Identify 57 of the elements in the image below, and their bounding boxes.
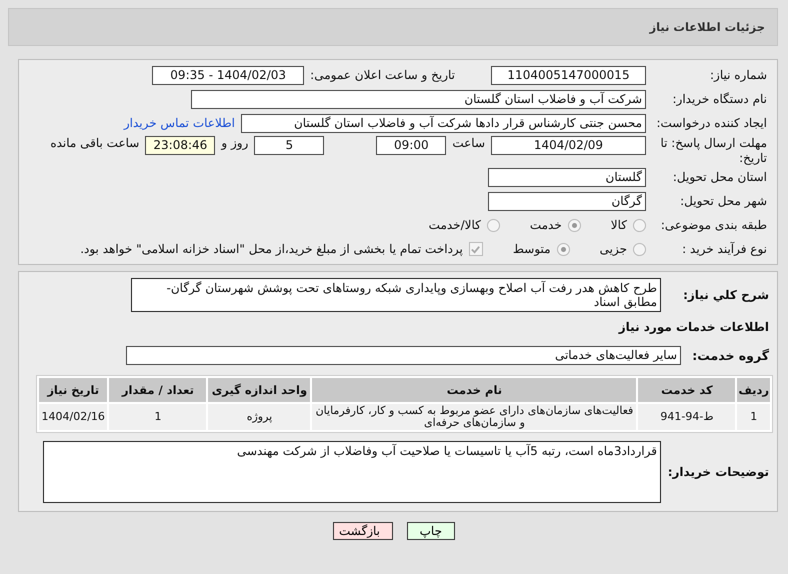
field-label: شهر محل تحویل: xyxy=(679,194,767,208)
buyer-contact-link[interactable]: اطلاعات تماس خریدار xyxy=(124,116,235,130)
field-label: شماره نیاز: xyxy=(709,68,767,82)
requester-field: محسن جنتی کارشناس قرار دادها شرکت آب و فاضلاب استان گلستان xyxy=(241,114,646,132)
days-label: روز و xyxy=(221,136,248,150)
need-number-field: 1104005147000015 xyxy=(491,66,646,84)
service-group-field: سایر فعالیت‌های خدماتی xyxy=(126,346,681,365)
table-cell: پروژه xyxy=(208,404,310,430)
description-field: طرح کاهش هدر رفت آب اصلاح وبهسازی وپایداری شبکه روستاهای تحت پوشش شهرستان گرگان-مطابق اسناد xyxy=(131,278,661,312)
province-field: گلستان xyxy=(488,168,646,186)
back-button[interactable]: بازگشت xyxy=(333,522,393,540)
checkbox[interactable] xyxy=(468,242,483,256)
field-label: نام دستگاه خریدار: xyxy=(672,92,767,106)
column-header: تعداد / مقدار xyxy=(109,378,206,402)
radio-label: کالا/خدمت xyxy=(428,218,481,232)
city-field: گرگان xyxy=(488,192,646,210)
checkbox-label: پرداخت تمام یا بخشی از مبلغ خرید،از محل "اسناد خزانه اسلامی" خواهد بود. xyxy=(80,242,463,256)
radio-button[interactable] xyxy=(486,218,500,232)
field-label: استان محل تحویل: xyxy=(672,170,767,184)
column-header: کد خدمت xyxy=(638,378,736,402)
buyer-field: شرکت آب و فاضلاب استان گلستان xyxy=(191,90,646,108)
remaining-label: ساعت باقی مانده xyxy=(50,136,140,150)
table-cell: فعالیت‌های سازمان‌های دارای عضو مربوط به کسب و کار، کارفرمایان و سازمان‌های حرفه‌ای xyxy=(312,404,636,430)
radio-label: کالا xyxy=(610,218,627,232)
page-title: جزئیات اطلاعات نیاز xyxy=(649,20,765,34)
column-header: ردیف xyxy=(737,378,770,402)
days-field: 5 xyxy=(254,136,324,155)
table-cell: ط-94-941 xyxy=(638,404,736,430)
deadline-date-field: 1404/02/09 xyxy=(491,136,646,155)
print-button[interactable]: چاپ xyxy=(407,522,455,540)
column-header: تاریخ نیاز xyxy=(39,378,108,402)
table-cell: 1 xyxy=(737,404,770,430)
radio-label: متوسط xyxy=(512,242,551,256)
remaining-time-field: 23:08:46 xyxy=(145,136,216,155)
radio-button[interactable] xyxy=(568,218,581,232)
field-label: مهلت ارسال پاسخ: تا تاریخ: xyxy=(659,136,767,166)
radio-button[interactable] xyxy=(556,242,570,256)
radio-button[interactable] xyxy=(633,218,646,232)
field-label: تاریخ و ساعت اعلان عمومی: xyxy=(310,68,455,82)
time-label: ساعت xyxy=(452,136,485,150)
buyer-notes-field: قرارداد3ماه است، رتبه 5آب یا تاسیسات یا صلاحیت آب وفاضلاب از شرکت مهندسی xyxy=(43,441,661,503)
table-cell: 1404/02/16 xyxy=(39,404,108,430)
field-label: ایجاد کننده درخواست: xyxy=(655,116,767,130)
field-label: طبقه بندی موضوعی: xyxy=(660,218,767,232)
field-label: گروه خدمت: xyxy=(691,348,769,363)
radio-label: جزیی xyxy=(600,242,627,256)
field-label: نوع فرآیند خرید : xyxy=(681,242,767,256)
column-header: واحد اندازه گیری xyxy=(208,378,310,402)
field-label: توضیحات خریدار: xyxy=(669,465,769,479)
radio-button[interactable] xyxy=(633,242,646,256)
column-header: نام خدمت xyxy=(312,378,636,402)
section-title: اطلاعات خدمات مورد نیاز xyxy=(617,320,769,334)
radio-label: خدمت xyxy=(530,218,562,232)
field-label: شرح کلي نياز: xyxy=(682,288,769,302)
announce-date-field: 1404/02/03 - 09:35 xyxy=(152,66,304,84)
deadline-time-field: 09:00 xyxy=(376,136,446,155)
table-cell: 1 xyxy=(109,404,206,430)
